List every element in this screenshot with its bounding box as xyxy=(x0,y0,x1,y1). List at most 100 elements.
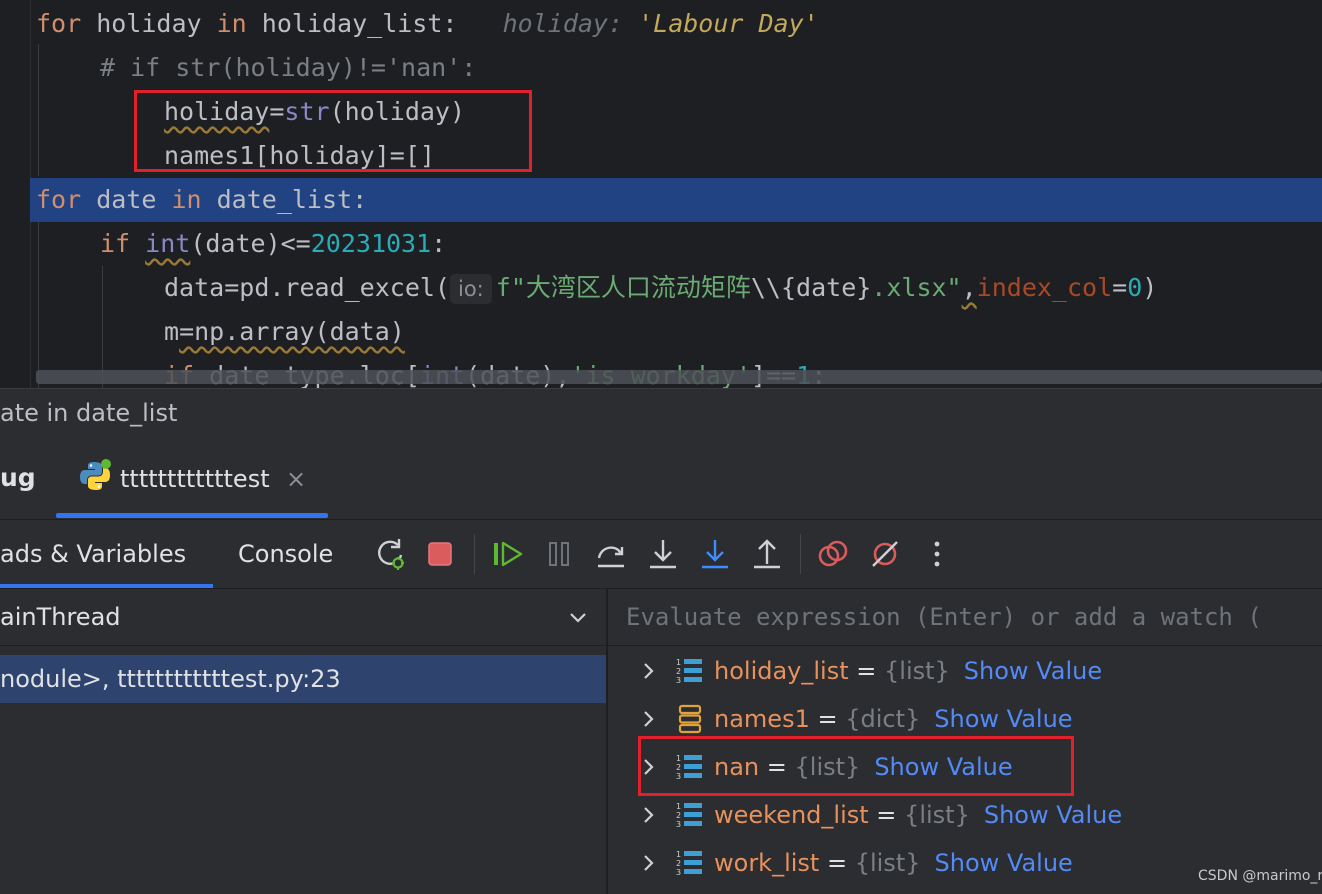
active-subtab-indicator xyxy=(0,584,213,588)
close-icon[interactable]: × xyxy=(286,457,306,501)
tab-threads-variables[interactable]: ads & Variables xyxy=(0,520,186,588)
svg-text:3: 3 xyxy=(676,820,681,829)
indent-guide xyxy=(38,44,39,176)
breadcrumb[interactable]: ate in date_list xyxy=(0,388,1322,437)
keyword-argument: index_col xyxy=(976,273,1113,302)
thread-selector[interactable]: ainThread xyxy=(0,589,606,646)
chevron-right-icon[interactable] xyxy=(638,851,660,875)
code-token: =pd.read_excel( xyxy=(224,273,450,302)
list-icon: 123 xyxy=(676,850,702,877)
code-line-5[interactable]: for date in date_list: xyxy=(36,178,367,222)
code-token: \\ xyxy=(750,273,781,302)
code-token: m xyxy=(164,317,180,346)
variable-row[interactable]: 1 2 3 holiday_list = {list} Show Value xyxy=(608,647,1322,695)
show-value-link[interactable]: Show Value xyxy=(984,801,1122,829)
chevron-right-icon[interactable] xyxy=(638,707,660,731)
code-token: holiday_list: xyxy=(246,9,458,38)
thread-name: ainThread xyxy=(0,603,121,631)
code-comment: # if str(holiday)!='nan': xyxy=(100,53,477,82)
step-out-icon[interactable] xyxy=(749,536,785,572)
variable-row[interactable]: 1 2 3 weekend_list = {list} Show Value xyxy=(608,791,1322,839)
resume-icon[interactable] xyxy=(490,536,526,572)
code-line-1[interactable]: for holiday in holiday_list: holiday: 'L… xyxy=(36,2,819,46)
svg-text:3: 3 xyxy=(676,868,681,877)
debug-toolbar: ads & Variables Console xyxy=(0,520,1322,589)
run-tab-label: ttttttttttttest xyxy=(120,465,270,493)
code-token: date xyxy=(81,185,172,214)
step-into-my-code-icon[interactable] xyxy=(697,536,733,572)
svg-text:2: 2 xyxy=(676,859,681,868)
step-over-icon[interactable] xyxy=(593,536,629,572)
editor-gutter[interactable] xyxy=(0,0,31,388)
evaluate-expression-input[interactable] xyxy=(608,589,1322,645)
variable-equals: = xyxy=(819,849,855,877)
tab-console[interactable]: Console xyxy=(238,520,333,588)
variable-text: weekend_list = {list} Show Value xyxy=(714,791,1122,839)
pause-icon[interactable] xyxy=(541,536,577,572)
variable-name: work_list xyxy=(714,849,820,877)
svg-text:1: 1 xyxy=(676,658,681,667)
code-token: data xyxy=(164,273,225,302)
chevron-right-icon[interactable] xyxy=(638,803,660,827)
svg-text:1: 1 xyxy=(676,850,681,859)
dict-icon xyxy=(678,704,702,734)
step-into-icon[interactable] xyxy=(645,536,681,572)
svg-text:3: 3 xyxy=(676,676,681,685)
code-token: : xyxy=(431,229,447,258)
watermark: CSDN @marimo_r xyxy=(1198,868,1322,884)
variable-equals: = xyxy=(868,801,905,829)
show-value-link[interactable]: Show Value xyxy=(964,657,1102,685)
code-token: {date} xyxy=(780,273,872,302)
python-icon xyxy=(80,459,111,490)
highlight-annotation-box xyxy=(134,90,532,172)
variable-type: {list} xyxy=(904,801,970,829)
tool-window-title: ug xyxy=(0,463,36,492)
stack-frame-label: nodule>, ttttttttttttest.py:23 xyxy=(0,665,341,693)
mute-breakpoints-icon[interactable] xyxy=(867,536,903,572)
code-editor[interactable]: for holiday in holiday_list: holiday: 'L… xyxy=(0,0,1322,388)
show-value-link[interactable]: Show Value xyxy=(935,849,1073,877)
keyword: in xyxy=(216,9,247,38)
toolbar-separator xyxy=(800,534,801,574)
show-value-link[interactable]: Show Value xyxy=(934,705,1072,733)
variable-text: holiday_list = {list} Show Value xyxy=(714,647,1102,695)
keyword: in xyxy=(171,185,202,214)
stack-frame-row[interactable]: nodule>, ttttttttttttest.py:23 xyxy=(0,655,606,703)
view-breakpoints-icon[interactable] xyxy=(815,536,851,572)
chevron-down-icon xyxy=(570,613,586,623)
more-icon[interactable] xyxy=(919,536,955,572)
stop-icon[interactable] xyxy=(422,536,458,572)
code-token: , xyxy=(961,273,977,302)
debug-tool-window: ug ttttttttttttest × ads & Variables Con… xyxy=(0,437,1322,894)
list-icon: 123 xyxy=(676,658,702,685)
string-literal: f"大湾区人口流动矩阵 xyxy=(495,273,751,302)
frames-panel: ainThread nodule>, ttttttttttttest.py:23 xyxy=(0,589,608,894)
indent-guide xyxy=(38,222,39,388)
variable-equals: = xyxy=(809,705,846,733)
variable-name: weekend_list xyxy=(714,801,869,829)
keyword: if xyxy=(100,229,131,258)
code-line-2[interactable]: # if str(holiday)!='nan': xyxy=(100,46,476,90)
code-token: holiday xyxy=(81,9,217,38)
active-tab-indicator xyxy=(56,513,328,518)
variable-type: {list} xyxy=(854,849,921,877)
number-literal: 20231031 xyxy=(310,229,432,258)
chevron-right-icon[interactable] xyxy=(638,659,660,683)
code-token: date_list: xyxy=(201,185,368,214)
builtin-function: int xyxy=(145,229,191,258)
svg-text:1: 1 xyxy=(676,802,681,811)
number-literal: 0 xyxy=(1127,273,1143,302)
variable-type: {list} xyxy=(884,657,950,685)
rerun-icon[interactable] xyxy=(372,536,408,572)
toolbar-separator xyxy=(474,534,475,574)
variable-text: work_list = {list} Show Value xyxy=(714,839,1073,887)
code-line-7[interactable]: data=pd.read_excel(io: f"大湾区人口流动矩阵\\{date… xyxy=(164,266,1157,310)
code-line-8[interactable]: m=np.array(data) xyxy=(164,310,405,354)
debug-tab-bar: ug ttttttttttttest × xyxy=(0,437,1322,520)
variable-name: names1 xyxy=(714,705,810,733)
horizontal-scrollbar[interactable] xyxy=(36,370,1322,384)
code-line-6[interactable]: if int(date)<=20231031: xyxy=(100,222,446,266)
breadcrumb-item[interactable]: ate in date_list xyxy=(0,389,177,437)
variable-name: holiday_list xyxy=(714,657,849,685)
code-token: (date)<= xyxy=(190,229,311,258)
